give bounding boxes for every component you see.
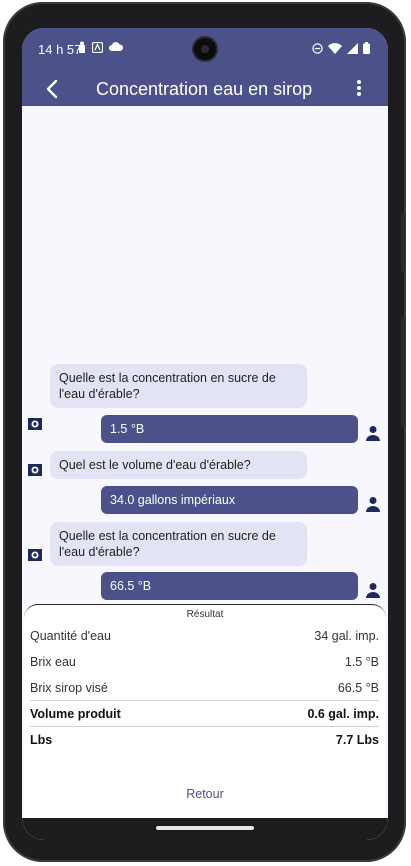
phone-frame: 14 h 57 Concentration eau en sirop Quell… [3, 2, 406, 862]
divider [30, 726, 379, 727]
result-label: Lbs [30, 733, 53, 747]
answer-bubble: 66.5 °B [101, 572, 358, 600]
divider [30, 700, 379, 701]
answer-bubble: 1.5 °B [101, 415, 358, 443]
do-not-disturb-icon [312, 42, 323, 54]
question-bubble: Quelle est la concentration en sucre de … [50, 364, 307, 408]
answer-bubble: 34.0 gallons impériaux [101, 486, 358, 514]
user-icon [366, 497, 380, 512]
more-options-button[interactable] [356, 80, 362, 98]
battery-icon [363, 42, 370, 54]
result-value: 1.5 °B [344, 655, 379, 669]
user-icon [366, 583, 380, 598]
app-notification-icon [92, 41, 103, 53]
power-button [401, 212, 405, 272]
cloud-icon [109, 42, 123, 51]
volume-button [401, 317, 405, 427]
user-icon [366, 426, 380, 441]
wifi-icon [328, 42, 342, 54]
chat-area: Quelle est la concentration en sucre de … [22, 106, 388, 606]
result-label: Brix sirop visé [30, 681, 108, 695]
app-bar: Concentration eau en sirop [22, 70, 388, 106]
result-row-brix-syrup: Brix sirop visé 66.5 °B [30, 677, 379, 702]
back-button[interactable] [42, 78, 64, 100]
result-label: Brix eau [30, 655, 76, 669]
result-label: Volume produit [30, 707, 121, 721]
page-title: Concentration eau en sirop [96, 79, 313, 99]
status-time: 14 h 57 [38, 42, 82, 57]
result-row-lbs: Lbs 7.7 Lbs [30, 729, 379, 754]
bot-icon [28, 418, 42, 430]
signal-icon [347, 42, 358, 54]
home-gesture-handle[interactable] [156, 826, 254, 830]
result-value: 0.6 gal. imp. [307, 707, 379, 721]
question-bubble: Quelle est la concentration en sucre de … [50, 522, 307, 566]
navigation-bar [22, 818, 388, 840]
status-bar: 14 h 57 [22, 28, 388, 70]
result-title: Résultat [186, 609, 224, 620]
arrow-back-icon [46, 79, 58, 99]
result-panel: Résultat Quantité d'eau 34 gal. imp. Bri… [24, 604, 386, 840]
result-label: Quantité d'eau [30, 629, 111, 643]
result-value: 7.7 Lbs [335, 733, 379, 747]
bot-icon [28, 549, 42, 561]
result-value: 66.5 °B [337, 681, 379, 695]
retour-button[interactable]: Retour [24, 787, 386, 801]
screen: 14 h 57 Concentration eau en sirop Quell… [22, 28, 388, 840]
result-value: 34 gal. imp. [314, 629, 379, 643]
notification-icon [79, 41, 85, 53]
result-row-volume-produced: Volume produit 0.6 gal. imp. [30, 703, 379, 728]
result-row-brix-water: Brix eau 1.5 °B [30, 651, 379, 676]
question-bubble: Quel est le volume d'eau d'érable? [50, 451, 307, 479]
more-vert-icon [357, 80, 361, 84]
front-camera [194, 38, 216, 60]
bot-icon [28, 464, 42, 476]
result-row-water-quantity: Quantité d'eau 34 gal. imp. [30, 625, 379, 650]
